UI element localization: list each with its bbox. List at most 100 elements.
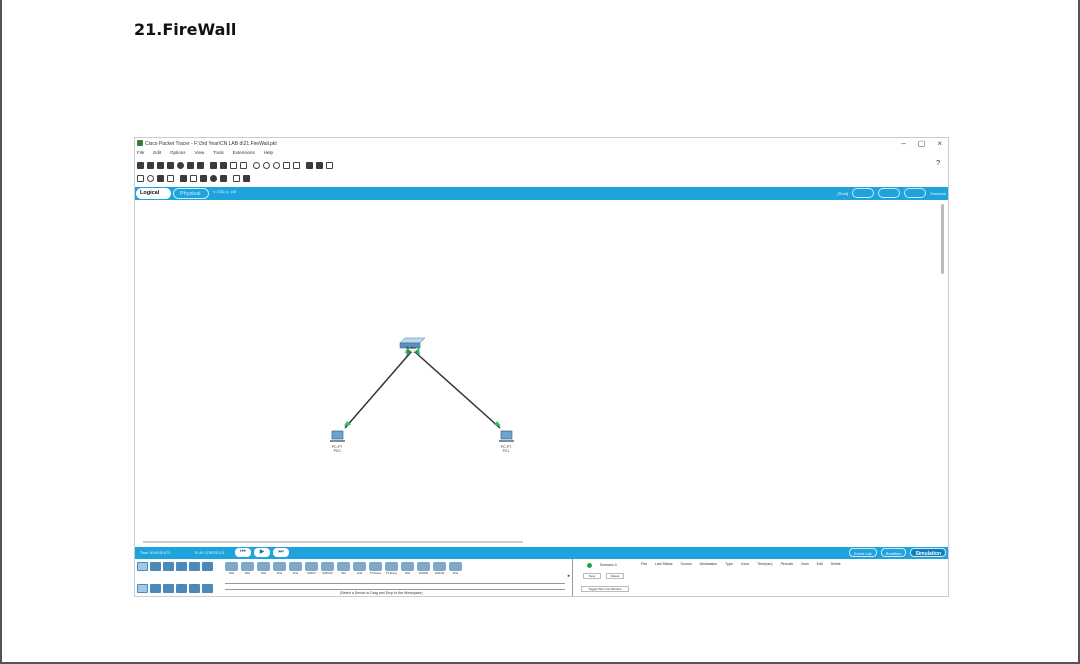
close-button[interactable]: × bbox=[937, 139, 942, 148]
components-icon[interactable] bbox=[163, 562, 174, 571]
custom-device-icon[interactable] bbox=[306, 161, 313, 169]
realtime-button[interactable]: Realtime bbox=[880, 548, 907, 557]
device-item[interactable]: 1841 bbox=[401, 562, 414, 575]
device-item[interactable]: 819IOX bbox=[305, 562, 318, 575]
pc1-device[interactable] bbox=[499, 430, 514, 442]
inspect-icon[interactable] bbox=[147, 174, 154, 182]
freeform-icon[interactable] bbox=[220, 174, 227, 182]
draw-line-icon[interactable] bbox=[190, 174, 197, 182]
add-simple-pdu-icon[interactable] bbox=[233, 174, 240, 182]
redo-icon[interactable] bbox=[240, 161, 247, 169]
new-scenario-button[interactable]: New bbox=[583, 573, 601, 579]
router-icon bbox=[449, 562, 462, 571]
wan-emulation-icon[interactable] bbox=[202, 584, 213, 593]
play-button[interactable]: ▶ bbox=[254, 548, 270, 557]
menu-options[interactable]: Options bbox=[170, 150, 186, 158]
toggle-pdu-list-button[interactable]: Toggle PDU List Window bbox=[581, 586, 629, 592]
hubs-icon[interactable] bbox=[163, 584, 174, 593]
resize-icon[interactable] bbox=[167, 174, 174, 182]
open-folder-icon[interactable] bbox=[147, 161, 154, 169]
device-item[interactable]: 1941 bbox=[257, 562, 270, 575]
zoom-out-icon[interactable] bbox=[273, 161, 280, 169]
multiuser-icon[interactable] bbox=[202, 562, 213, 571]
delete-scenario-button[interactable]: Delete bbox=[606, 573, 624, 579]
device-item[interactable]: 1240 bbox=[353, 562, 366, 575]
menu-edit[interactable]: Edit bbox=[153, 150, 161, 158]
menu-file[interactable]: File bbox=[137, 150, 144, 158]
cable-switch-pc1[interactable] bbox=[414, 351, 501, 429]
tab-physical[interactable]: Physical bbox=[173, 188, 209, 199]
scenario-select[interactable]: Scenario 0 bbox=[600, 563, 617, 567]
cable-switch-pc0[interactable] bbox=[344, 351, 412, 429]
back-button[interactable]: ⏮ bbox=[235, 548, 251, 557]
tab-logical[interactable]: Logical bbox=[136, 188, 171, 199]
device-item[interactable]: 2901 bbox=[241, 562, 254, 575]
copy-icon[interactable] bbox=[210, 161, 217, 169]
menu-tools[interactable]: Tools bbox=[213, 150, 224, 158]
zoom-reset-icon[interactable] bbox=[263, 161, 270, 169]
device-item[interactable]: 2911 bbox=[289, 562, 302, 575]
minimize-button[interactable]: – bbox=[901, 139, 905, 148]
add-complex-pdu-icon[interactable] bbox=[243, 174, 250, 182]
device-item[interactable]: 1941 bbox=[225, 562, 238, 575]
select-icon[interactable] bbox=[137, 174, 144, 182]
delete-icon[interactable] bbox=[157, 174, 164, 182]
device-item[interactable]: 2621XM bbox=[433, 562, 446, 575]
wireless-icon[interactable] bbox=[176, 584, 187, 593]
vertical-scrollbar[interactable] bbox=[941, 204, 944, 274]
device-item[interactable]: 2811 bbox=[273, 562, 286, 575]
horizontal-scrollbar[interactable] bbox=[143, 541, 523, 543]
device-list: 1941 2901 1941 2811 2911 819IOX 819HGW 8… bbox=[225, 562, 462, 575]
network-devices-icon[interactable] bbox=[137, 562, 148, 571]
menu-view[interactable]: View bbox=[195, 150, 205, 158]
device-item[interactable]: PT-Router bbox=[369, 562, 382, 575]
menu-extensions[interactable]: Extensions bbox=[233, 150, 255, 158]
scenario-arrow-icon[interactable]: ► bbox=[567, 573, 571, 578]
note-icon[interactable] bbox=[180, 174, 187, 182]
new-file-icon[interactable] bbox=[137, 161, 144, 169]
pc0-device[interactable] bbox=[330, 430, 345, 442]
device-item[interactable]: 819HGW bbox=[321, 562, 334, 575]
miscellaneous-icon[interactable] bbox=[189, 562, 200, 571]
switches-icon[interactable] bbox=[150, 584, 161, 593]
draw-rectangle-icon[interactable] bbox=[283, 161, 290, 169]
router-icon bbox=[241, 562, 254, 571]
device-item[interactable]: PT-Empty bbox=[385, 562, 398, 575]
col-num: Num bbox=[801, 562, 809, 566]
window-controls: – ▢ × bbox=[901, 139, 942, 148]
forward-button[interactable]: ⏭ bbox=[273, 548, 289, 557]
device-item[interactable]: 2620XM bbox=[417, 562, 430, 575]
print-icon[interactable] bbox=[167, 161, 174, 169]
screenshot-icon[interactable] bbox=[326, 161, 333, 169]
paste-icon[interactable] bbox=[220, 161, 227, 169]
simulation-button[interactable]: Simulation bbox=[910, 548, 946, 557]
zoom-in-icon[interactable] bbox=[253, 161, 260, 169]
connections-icon[interactable] bbox=[176, 562, 187, 571]
draw-rect-icon[interactable] bbox=[200, 174, 207, 182]
routers-icon[interactable] bbox=[137, 584, 148, 593]
event-list-button[interactable]: Event List bbox=[849, 548, 877, 557]
cluster-toggle[interactable] bbox=[904, 188, 927, 198]
menu-help[interactable]: Help bbox=[264, 150, 273, 158]
save-icon[interactable] bbox=[157, 161, 164, 169]
maximize-button[interactable]: ▢ bbox=[918, 139, 926, 148]
play-controls-label: PLAY CONTROLS bbox=[195, 551, 225, 555]
logical-workspace[interactable]: Switch 2950-24 PC-PT PC0 PC-PT PC1 bbox=[135, 200, 940, 545]
undo-icon[interactable] bbox=[230, 161, 237, 169]
info-icon[interactable] bbox=[177, 161, 184, 169]
viewport-icon[interactable] bbox=[316, 161, 323, 169]
activity-wizard-icon[interactable] bbox=[187, 161, 194, 169]
help-icon[interactable]: ? bbox=[936, 160, 940, 167]
security-icon[interactable] bbox=[189, 584, 200, 593]
scenario-label: Scenario bbox=[930, 190, 946, 196]
document-page: 21.FireWall Cisco Packet Tracer - F:\3rd… bbox=[0, 0, 1080, 664]
end-devices-icon[interactable] bbox=[150, 562, 161, 571]
network-info-icon[interactable] bbox=[197, 161, 204, 169]
device-item[interactable]: 2811 bbox=[449, 562, 462, 575]
draw-ellipse-icon[interactable] bbox=[210, 174, 217, 182]
device-item[interactable]: 829 bbox=[337, 562, 350, 575]
viewport-toggle[interactable] bbox=[878, 188, 901, 198]
palette-icon[interactable] bbox=[293, 161, 300, 169]
root-toggle[interactable] bbox=[852, 188, 875, 198]
title-bar: Cisco Packet Tracer - F:\3rd Year\CN LAB… bbox=[135, 138, 948, 150]
